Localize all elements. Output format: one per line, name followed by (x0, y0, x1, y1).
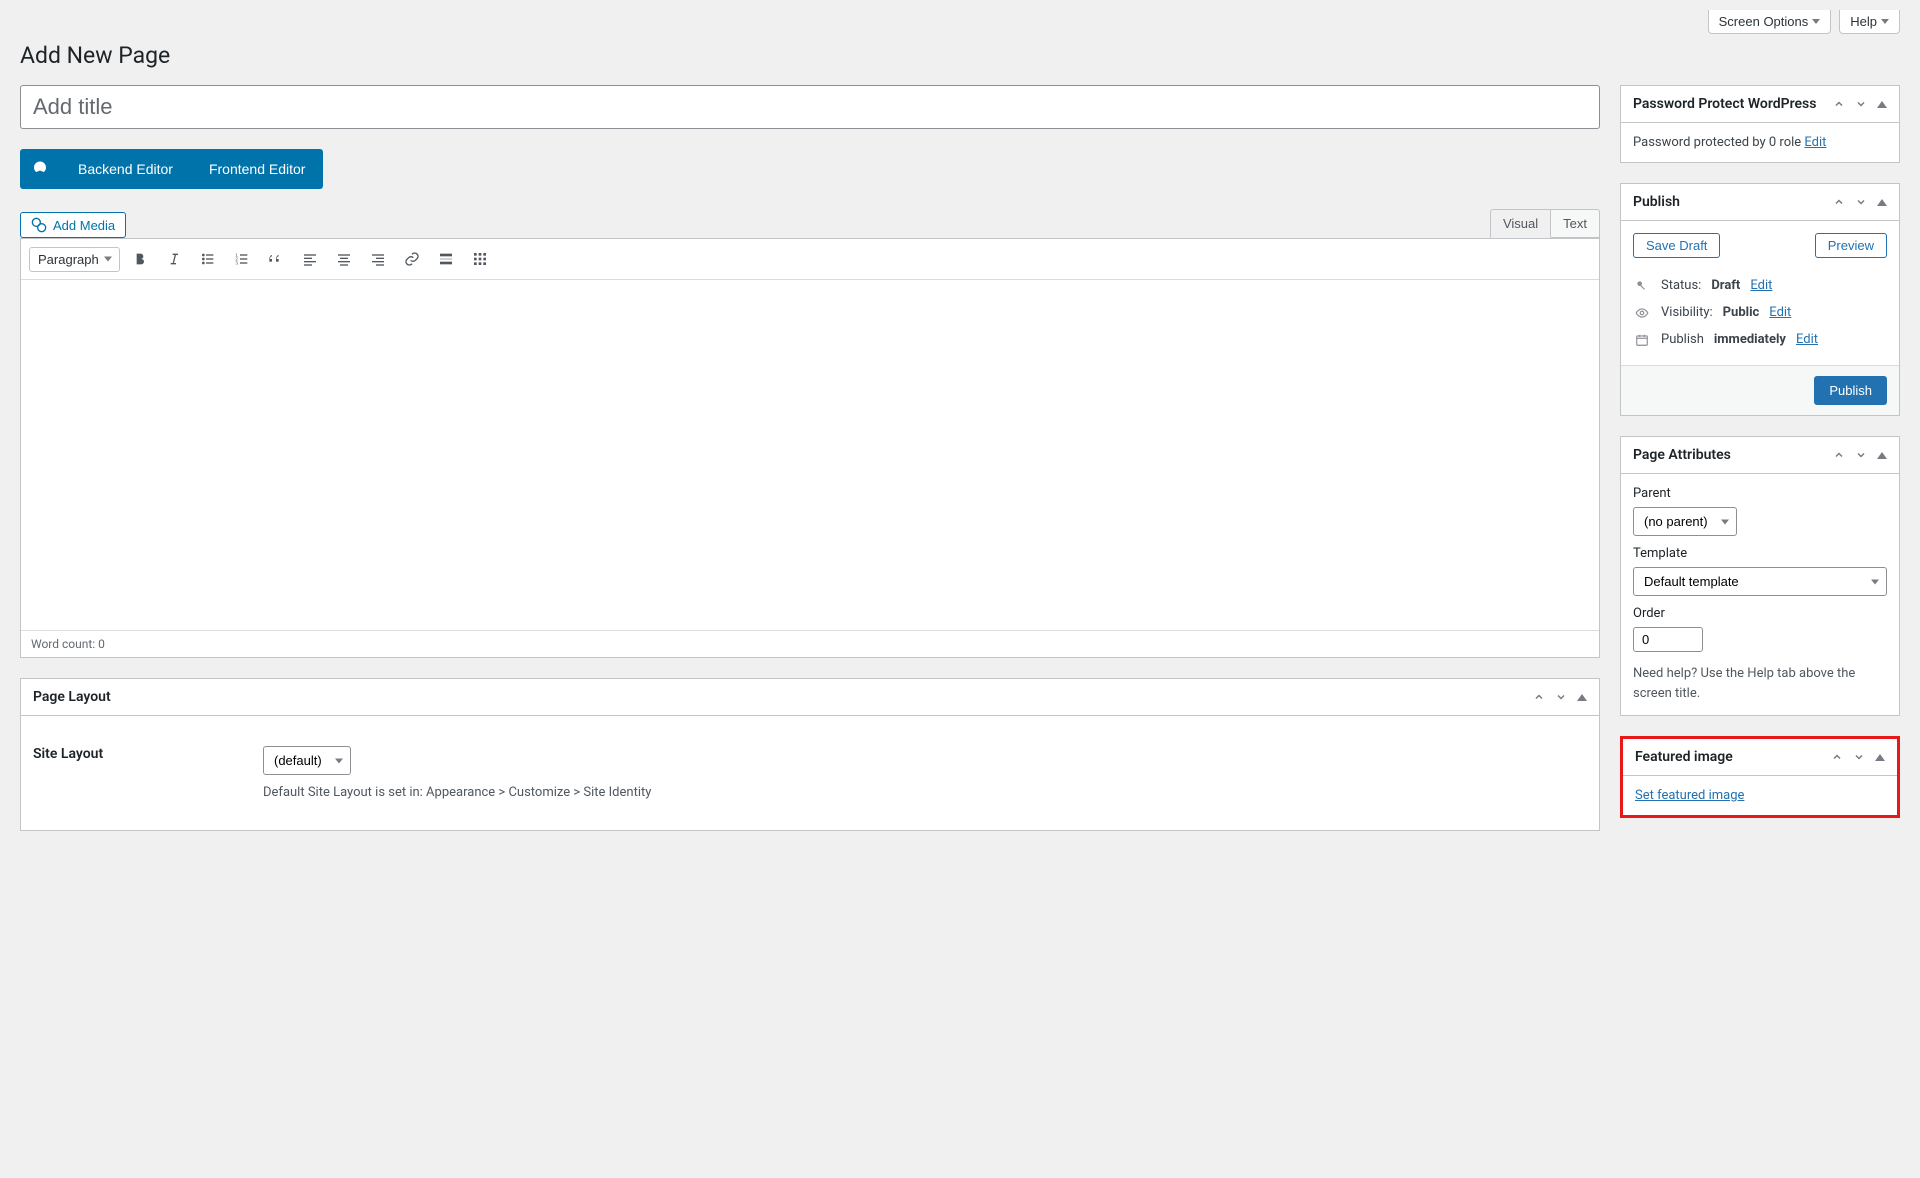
frontend-editor-button[interactable]: Frontend Editor (191, 149, 324, 189)
template-label: Template (1633, 546, 1887, 561)
move-down-icon[interactable] (1853, 751, 1865, 763)
publish-date-label: Publish (1661, 332, 1704, 347)
template-select[interactable]: Default template (1633, 567, 1887, 596)
visibility-label: Visibility: (1661, 305, 1713, 320)
caret-down-icon (1881, 19, 1889, 24)
numbered-list-button[interactable]: 123 (228, 245, 256, 273)
add-media-label: Add Media (53, 218, 115, 233)
parent-label: Parent (1633, 486, 1887, 501)
status-label: Status: (1661, 278, 1701, 293)
editor-mode-switch: Backend Editor Frontend Editor (20, 149, 323, 189)
calendar-icon (1633, 333, 1651, 347)
publish-button[interactable]: Publish (1814, 376, 1887, 405)
bullet-list-button[interactable] (194, 245, 222, 273)
page-attributes-heading: Page Attributes (1633, 447, 1731, 463)
toggle-panel-icon[interactable] (1875, 754, 1885, 761)
content-editor: Paragraph 123 Word count: 0 (20, 238, 1600, 658)
visual-composer-icon (20, 149, 60, 189)
publish-date-value: immediately (1714, 332, 1786, 347)
password-protect-edit-link[interactable]: Edit (1804, 135, 1826, 150)
align-center-button[interactable] (330, 245, 358, 273)
help-label: Help (1850, 14, 1877, 29)
featured-image-heading: Featured image (1635, 749, 1733, 765)
move-up-icon[interactable] (1833, 449, 1845, 461)
order-input[interactable] (1633, 627, 1703, 652)
media-icon (31, 217, 47, 233)
move-up-icon[interactable] (1833, 98, 1845, 110)
page-attributes-help: Need help? Use the Help tab above the sc… (1633, 664, 1887, 703)
move-up-icon[interactable] (1533, 691, 1545, 703)
page-title: Add New Page (20, 42, 1900, 69)
svg-text:3: 3 (235, 260, 238, 265)
move-down-icon[interactable] (1855, 196, 1867, 208)
visual-tab[interactable]: Visual (1490, 209, 1551, 238)
screen-options-label: Screen Options (1719, 14, 1809, 29)
key-icon (1633, 279, 1651, 293)
toggle-panel-icon[interactable] (1577, 694, 1587, 701)
link-button[interactable] (398, 245, 426, 273)
status-value: Draft (1711, 278, 1740, 293)
align-left-button[interactable] (296, 245, 324, 273)
password-protect-text: Password protected by 0 role (1633, 135, 1804, 150)
readmore-button[interactable] (432, 245, 460, 273)
order-label: Order (1633, 606, 1887, 621)
site-layout-note: Default Site Layout is set in: Appearanc… (263, 785, 1587, 800)
caret-down-icon (1812, 19, 1820, 24)
toggle-panel-icon[interactable] (1877, 452, 1887, 459)
visibility-icon (1633, 306, 1651, 320)
toggle-panel-icon[interactable] (1877, 199, 1887, 206)
italic-button[interactable] (160, 245, 188, 273)
format-select[interactable]: Paragraph (29, 247, 120, 272)
align-right-button[interactable] (364, 245, 392, 273)
word-count: Word count: 0 (21, 630, 1599, 657)
publish-date-edit-link[interactable]: Edit (1796, 332, 1818, 347)
status-edit-link[interactable]: Edit (1750, 278, 1772, 293)
site-layout-label: Site Layout (33, 746, 233, 762)
password-protect-heading: Password Protect WordPress (1633, 96, 1816, 112)
preview-button[interactable]: Preview (1815, 233, 1887, 258)
move-up-icon[interactable] (1831, 751, 1843, 763)
help-tab[interactable]: Help (1839, 10, 1900, 34)
title-input[interactable] (20, 85, 1600, 129)
bold-button[interactable] (126, 245, 154, 273)
save-draft-button[interactable]: Save Draft (1633, 233, 1720, 258)
toggle-panel-icon[interactable] (1877, 101, 1887, 108)
blockquote-button[interactable] (262, 245, 290, 273)
backend-editor-button[interactable]: Backend Editor (60, 149, 191, 189)
publish-heading: Publish (1633, 194, 1680, 210)
set-featured-image-link[interactable]: Set featured image (1635, 788, 1744, 803)
screen-options-tab[interactable]: Screen Options (1708, 10, 1832, 34)
site-layout-select[interactable]: (default) (263, 746, 351, 775)
toolbar-toggle-button[interactable] (466, 245, 494, 273)
page-layout-heading: Page Layout (33, 689, 111, 705)
parent-select[interactable]: (no parent) (1633, 507, 1737, 536)
content-textarea[interactable] (21, 280, 1599, 630)
add-media-button[interactable]: Add Media (20, 212, 126, 238)
visibility-value: Public (1723, 305, 1760, 320)
move-up-icon[interactable] (1833, 196, 1845, 208)
move-down-icon[interactable] (1855, 449, 1867, 461)
move-down-icon[interactable] (1855, 98, 1867, 110)
text-tab[interactable]: Text (1551, 209, 1600, 238)
move-down-icon[interactable] (1555, 691, 1567, 703)
visibility-edit-link[interactable]: Edit (1769, 305, 1791, 320)
